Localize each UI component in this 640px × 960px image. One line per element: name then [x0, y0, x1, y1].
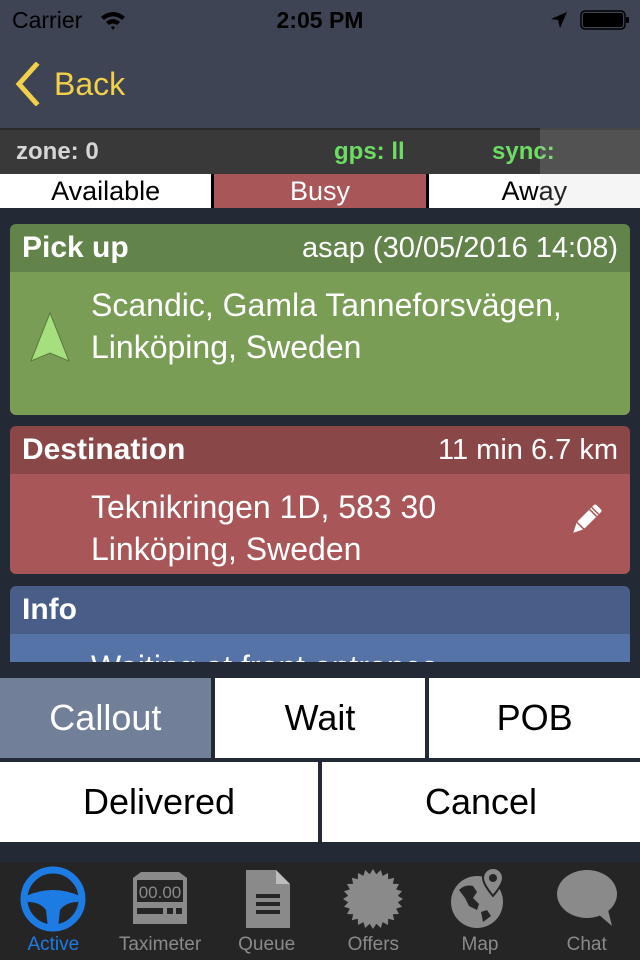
taximeter-icon: 00.00	[133, 872, 187, 924]
pickup-time: asap (30/05/2016 14:08)	[301, 231, 618, 264]
location-arrow-icon	[551, 12, 567, 28]
callout-button[interactable]: Callout	[0, 678, 211, 758]
wait-button[interactable]: Wait	[214, 678, 426, 758]
taximeter-display: 00.00	[139, 883, 182, 902]
badge-icon	[343, 869, 404, 929]
tab-map[interactable]: Map	[427, 862, 534, 960]
info-bar: zone: 0 gps: ll sync:	[0, 128, 640, 174]
tab-label: Map	[461, 934, 499, 955]
tab-offers[interactable]: Offers	[320, 862, 427, 960]
tab-bar: Active 00.00 Taximeter Queue Offers Map …	[0, 862, 640, 960]
clock: 2:05 PM	[276, 7, 364, 33]
pickup-title: Pick up	[22, 231, 129, 264]
info-text: Waiting at front entrance	[91, 646, 618, 662]
status-busy[interactable]: Busy	[214, 174, 426, 208]
destination-card: Destination 11 min 6.7 km Teknikringen 1…	[10, 426, 630, 574]
destination-address: Teknikringen 1D, 583 30 Linköping, Swede…	[91, 489, 437, 567]
delivered-button[interactable]: Delivered	[0, 762, 318, 842]
destination-title: Destination	[22, 433, 186, 466]
pickup-card: Pick up asap (30/05/2016 14:08) Scandic,…	[10, 224, 630, 415]
globe-pin-icon	[451, 866, 505, 928]
zone-label: zone: 0	[16, 138, 99, 165]
status-away[interactable]: Away	[428, 174, 640, 208]
tab-queue[interactable]: Queue	[213, 862, 320, 960]
pickup-address: Scandic, Gamla Tanneforsvägen, Linköping…	[91, 287, 562, 365]
status-available[interactable]: Available	[0, 174, 212, 208]
back-label: Back	[54, 65, 126, 102]
cancel-button[interactable]: Cancel	[322, 762, 640, 842]
tab-chat[interactable]: Chat	[533, 862, 640, 960]
info-card: Info Waiting at front entrance	[10, 586, 630, 662]
chevron-left-icon	[15, 62, 40, 106]
document-icon	[245, 870, 290, 928]
job-details-scroll[interactable]: Pick up asap (30/05/2016 14:08) Scandic,…	[0, 208, 640, 662]
gps-status: gps: ll	[334, 138, 405, 165]
navigation-arrow-icon[interactable]	[29, 311, 71, 365]
pencil-icon[interactable]	[564, 498, 608, 542]
navigation-bar: Back	[0, 40, 640, 128]
tab-taximeter[interactable]: 00.00 Taximeter	[107, 862, 214, 960]
job-actions: Callout Wait POB Delivered Cancel	[0, 678, 640, 842]
steering-wheel-icon	[20, 866, 86, 932]
tab-label: Taximeter	[118, 934, 202, 955]
speech-bubble-icon	[556, 870, 617, 926]
pob-button[interactable]: POB	[429, 678, 640, 758]
battery-icon	[580, 10, 629, 30]
sync-status: sync:	[492, 138, 555, 165]
status-bar: Carrier 2:05 PM	[0, 0, 640, 40]
destination-eta: 11 min 6.7 km	[438, 433, 618, 466]
back-button[interactable]: Back	[14, 62, 125, 106]
tab-label: Active	[27, 934, 80, 955]
tab-active[interactable]: Active	[0, 862, 107, 960]
info-title: Info	[22, 593, 77, 626]
driver-status-control: Available Busy Away	[0, 174, 640, 208]
tab-label: Queue	[238, 934, 296, 955]
tab-label: Offers	[347, 934, 400, 955]
tab-label: Chat	[566, 934, 607, 955]
